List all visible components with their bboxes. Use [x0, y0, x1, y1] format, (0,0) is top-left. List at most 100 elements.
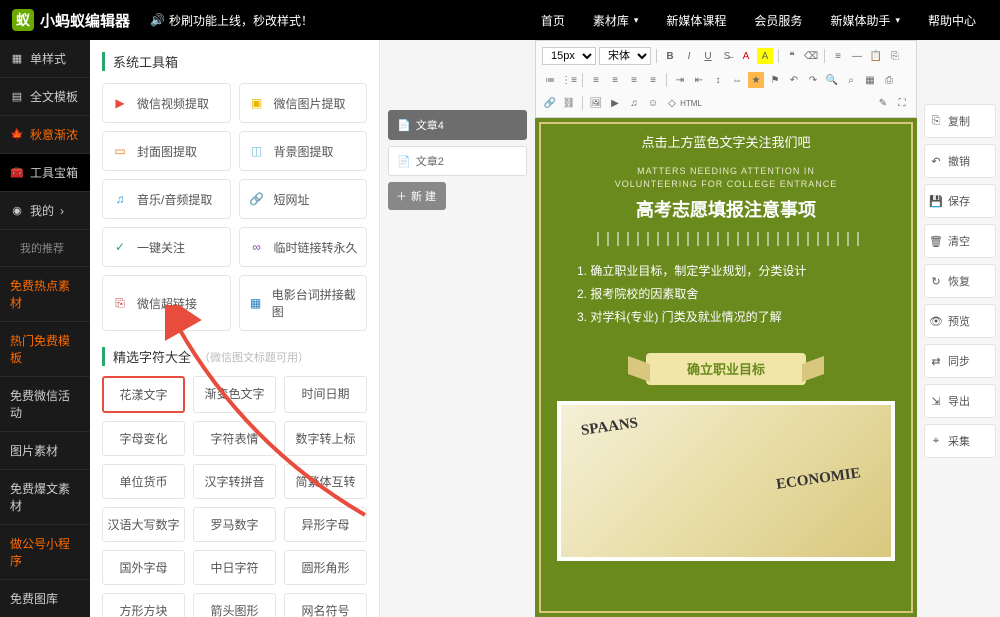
tool-9[interactable]: ▦电影台词拼接截图 [239, 275, 368, 331]
paste-icon[interactable]: 📋 [868, 48, 884, 64]
sidebar-item-10[interactable]: 免费爆文素材 [0, 470, 90, 525]
redo-icon[interactable]: ↷ [805, 72, 821, 88]
action-导出[interactable]: ⇲导出 [924, 384, 996, 418]
expand-icon[interactable]: ⛶ [894, 95, 910, 111]
char-btn-17[interactable]: 网名符号 [284, 593, 367, 617]
sidebar-item-8[interactable]: 免费微信活动 [0, 377, 90, 432]
ul-icon[interactable]: ⋮≡ [561, 72, 577, 88]
bookmark-icon[interactable]: ★ [748, 72, 764, 88]
link-icon[interactable]: 🔗 [542, 95, 558, 111]
char-btn-8[interactable]: 简繁体互转 [284, 464, 367, 499]
action-采集[interactable]: ⌖采集 [924, 424, 996, 458]
char-btn-4[interactable]: 字符表情 [193, 421, 276, 456]
action-清空[interactable]: 🗑清空 [924, 224, 996, 258]
lineheight-icon[interactable]: ↕ [710, 72, 726, 88]
italic-icon[interactable]: I [681, 48, 697, 64]
format-icon[interactable]: ⌫ [803, 48, 819, 64]
sidebar-item-2[interactable]: 🍁秋意渐浓 [0, 116, 90, 154]
nav-course[interactable]: 新媒体课程 [666, 12, 726, 29]
action-撤销[interactable]: ↶撤销 [924, 144, 996, 178]
action-恢复[interactable]: ↻恢复 [924, 264, 996, 298]
bg-color-icon[interactable]: A [757, 48, 773, 64]
char-btn-10[interactable]: 罗马数字 [193, 507, 276, 542]
char-btn-11[interactable]: 异形字母 [284, 507, 367, 542]
align-l-icon[interactable]: ≡ [588, 72, 604, 88]
sidebar-item-3[interactable]: 🧰工具宝箱 [0, 154, 90, 192]
underline-icon[interactable]: U [700, 48, 716, 64]
char-btn-2[interactable]: 时间日期 [284, 376, 367, 413]
nav-help[interactable]: 帮助中心 [928, 12, 976, 29]
char-btn-16[interactable]: 箭头图形 [193, 593, 276, 617]
code-icon[interactable]: ◇ [664, 95, 680, 111]
tool-5[interactable]: 🔗短网址 [239, 179, 368, 219]
spacing-icon[interactable]: ⇔ [729, 72, 745, 88]
undo-icon[interactable]: ↶ [786, 72, 802, 88]
quote-icon[interactable]: ❝ [784, 48, 800, 64]
nav-home[interactable]: 首页 [541, 12, 565, 29]
tool-0[interactable]: ▶微信视频提取 [102, 83, 231, 123]
char-btn-13[interactable]: 中日字符 [193, 550, 276, 585]
action-复制[interactable]: ⎘复制 [924, 104, 996, 138]
outdent-icon[interactable]: ⇤ [691, 72, 707, 88]
char-btn-12[interactable]: 国外字母 [102, 550, 185, 585]
html-icon[interactable]: HTML [683, 95, 699, 111]
sidebar-item-0[interactable]: ▦单样式 [0, 40, 90, 78]
sidebar-item-4[interactable]: ◉我的 [0, 192, 90, 230]
align-c-icon[interactable]: ≡ [607, 72, 623, 88]
emoji-icon[interactable]: ☺ [645, 95, 661, 111]
edit-icon[interactable]: ✎ [875, 95, 891, 111]
video-icon[interactable]: ▶ [607, 95, 623, 111]
char-btn-5[interactable]: 数字转上标 [284, 421, 367, 456]
ol-icon[interactable]: ≔ [542, 72, 558, 88]
action-同步[interactable]: ⇄同步 [924, 344, 996, 378]
sidebar-item-12[interactable]: 免费图库 [0, 580, 90, 617]
sidebar-item-5[interactable]: 我的推荐 [0, 230, 90, 267]
replace-icon[interactable]: ⌕ [843, 72, 859, 88]
font-family-select[interactable]: 宋体 [599, 47, 651, 65]
action-预览[interactable]: 👁预览 [924, 304, 996, 338]
char-btn-15[interactable]: 方形方块 [102, 593, 185, 617]
sidebar-item-1[interactable]: ▤全文模板 [0, 78, 90, 116]
indent-icon[interactable]: ⇥ [672, 72, 688, 88]
search-icon[interactable]: 🔍 [824, 72, 840, 88]
tool-3[interactable]: ◫背景图提取 [239, 131, 368, 171]
image-icon[interactable]: 🖼 [588, 95, 604, 111]
char-btn-7[interactable]: 汉字转拼音 [193, 464, 276, 499]
char-btn-0[interactable]: 花漾文字 [102, 376, 185, 413]
editor-content[interactable]: 点击上方蓝色文字关注我们吧 MATTERS NEEDING ATTENTION … [535, 118, 917, 617]
tool-8[interactable]: ⎘微信超链接 [102, 275, 231, 331]
sidebar-item-6[interactable]: 免费热点素材 [0, 267, 90, 322]
tool-6[interactable]: ✓一键关注 [102, 227, 231, 267]
align-r-icon[interactable]: ≡ [626, 72, 642, 88]
font-color-icon[interactable]: A [738, 48, 754, 64]
char-btn-1[interactable]: 渐变色文字 [193, 376, 276, 413]
align-j-icon[interactable]: ≡ [645, 72, 661, 88]
tool-2[interactable]: ▭封面图提取 [102, 131, 231, 171]
char-btn-9[interactable]: 汉语大写数字 [102, 507, 185, 542]
doc-tab-1[interactable]: 📄文章4 [388, 110, 527, 140]
flag-icon[interactable]: ⚑ [767, 72, 783, 88]
char-btn-3[interactable]: 字母变化 [102, 421, 185, 456]
hr-icon[interactable]: — [849, 48, 865, 64]
char-btn-6[interactable]: 单位货币 [102, 464, 185, 499]
logo[interactable]: 蚁 小蚂蚁编辑器 [0, 9, 142, 31]
strike-icon[interactable]: S̶ [719, 48, 735, 64]
tool-1[interactable]: ▣微信图片提取 [239, 83, 368, 123]
sidebar-item-11[interactable]: 做公号小程序 [0, 525, 90, 580]
nav-assistant[interactable]: 新媒体助手 [830, 12, 900, 29]
nav-material[interactable]: 素材库 [593, 12, 639, 29]
char-btn-14[interactable]: 圆形角形 [284, 550, 367, 585]
table-icon[interactable]: ▦ [862, 72, 878, 88]
new-doc-button[interactable]: ＋新 建 [388, 182, 446, 210]
audio-icon[interactable]: ♫ [626, 95, 642, 111]
align-left-icon[interactable]: ≡ [830, 48, 846, 64]
nav-member[interactable]: 会员服务 [754, 12, 802, 29]
sidebar-item-7[interactable]: 热门免费模板 [0, 322, 90, 377]
sidebar-item-9[interactable]: 图片素材 [0, 432, 90, 470]
print-icon[interactable]: ⎙ [881, 72, 897, 88]
unlink-icon[interactable]: ⛓ [561, 95, 577, 111]
doc-tab-2[interactable]: 📄文章2 [388, 146, 527, 176]
action-保存[interactable]: 💾保存 [924, 184, 996, 218]
copy-icon[interactable]: ⎘ [887, 48, 903, 64]
bold-icon[interactable]: B [662, 48, 678, 64]
